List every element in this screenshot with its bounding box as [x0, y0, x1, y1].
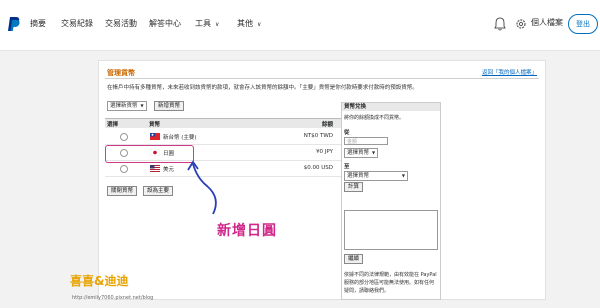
col-select: 選擇 — [107, 122, 119, 128]
from-label: 從 — [344, 130, 350, 136]
close-currency-button[interactable]: 關閉貨幣 — [107, 186, 138, 196]
new-currency-select[interactable]: 選擇新貨幣 ▼ — [107, 101, 147, 111]
top-nav: 摘要 交易紀錄 交易活動 解答中心 工具 ∨ 其他 ∨ 個人檔案 登出 — [0, 0, 600, 51]
back-to-profile-link[interactable]: 返回「我的個人檔案」 — [482, 68, 537, 76]
watermark-url: http://emily7060.pixnet.net/blog — [72, 295, 154, 301]
gear-icon[interactable] — [515, 18, 527, 30]
currency-balance: ¥0 JPY — [316, 149, 333, 155]
nav-tools-label: 工具 — [195, 19, 211, 28]
col-currency: 貨幣 — [149, 122, 161, 128]
currency-balance: NT$0 TWD — [303, 133, 333, 139]
currency-name: 美元 — [163, 167, 175, 173]
currency-converter-panel: 貨幣兌換 將你的餘額換成不同貨幣。 從 金額 選擇貨幣 ▼ 至 選擇貨幣 ▼ 計算 … — [341, 102, 441, 300]
calculate-button[interactable]: 計算 — [344, 182, 364, 192]
nav-tools[interactable]: 工具 ∨ — [195, 18, 219, 29]
nav-more-label: 其他 — [237, 19, 253, 28]
highlight-box — [105, 145, 194, 163]
to-label: 至 — [344, 164, 350, 170]
currency-radio[interactable] — [120, 133, 128, 141]
continue-button[interactable]: 繼續 — [344, 254, 364, 264]
page-title: 管理貨幣 — [107, 69, 135, 77]
converter-footer: 依據不同的法律規範，由有效能在 PayPal 服務的部分地區可能無法使用。如有任… — [344, 272, 437, 294]
logout-button[interactable]: 登出 — [568, 14, 598, 34]
currency-row: 新台幣 (主要) NT$0 TWD — [105, 129, 341, 145]
paypal-logo-icon[interactable] — [8, 16, 21, 32]
col-balance: 餘額 — [321, 122, 333, 128]
chevron-down-icon: ▼ — [401, 173, 405, 178]
add-currency-button[interactable]: 新增貨幣 — [154, 101, 185, 111]
conversion-result-box — [344, 210, 438, 250]
watermark-logo: 喜喜&迪迪 — [70, 272, 128, 289]
nav-summary[interactable]: 摘要 — [30, 18, 46, 29]
converter-title: 貨幣兌換 — [342, 103, 440, 111]
chevron-down-icon: ▼ — [140, 103, 144, 108]
bell-icon[interactable] — [494, 17, 506, 31]
new-currency-select-value: 選擇新貨幣 — [110, 103, 138, 109]
currency-name: 新台幣 (主要) — [163, 135, 197, 141]
currency-balance: $0.00 USD — [303, 165, 333, 171]
chevron-down-icon: ∨ — [257, 21, 262, 28]
usa-flag-icon — [150, 165, 160, 172]
manage-currencies-card: 管理貨幣 返回「我的個人檔案」 在帳戶中持有多種貨幣，未來若收到該貨幣的款項，就… — [98, 60, 546, 300]
divider — [105, 78, 539, 79]
converter-intro: 將你的餘額換成不同貨幣。 — [344, 115, 405, 121]
nav-activity[interactable]: 交易活動 — [105, 18, 137, 29]
to-currency-select-value: 選擇貨幣 — [347, 173, 370, 179]
profile-link[interactable]: 個人檔案 — [531, 17, 563, 28]
page-description: 在帳戶中持有多種貨幣，未來若收到該貨幣的款項，就會存入該貨幣的餘額中。「主要」貨… — [107, 85, 418, 91]
nav-transactions[interactable]: 交易紀錄 — [61, 18, 93, 29]
chevron-down-icon: ▼ — [372, 150, 376, 155]
to-currency-select[interactable]: 選擇貨幣 ▼ — [344, 171, 408, 181]
taiwan-flag-icon — [150, 133, 160, 140]
currency-radio[interactable] — [120, 165, 128, 173]
currency-table-header: 選擇 貨幣 餘額 — [105, 118, 341, 128]
arrow-icon — [187, 160, 217, 215]
from-currency-select[interactable]: 選擇貨幣 ▼ — [344, 148, 379, 158]
nav-more[interactable]: 其他 ∨ — [237, 18, 261, 29]
chevron-down-icon: ∨ — [215, 21, 220, 28]
annotation-label: 新增日圓 — [217, 223, 277, 239]
from-currency-select-value: 選擇貨幣 — [347, 150, 370, 156]
watermark-text: 喜喜&迪迪 — [70, 274, 129, 288]
amount-field[interactable]: 金額 — [344, 137, 388, 145]
nav-help-center[interactable]: 解答中心 — [149, 18, 181, 29]
make-primary-button[interactable]: 設為主要 — [143, 186, 174, 196]
